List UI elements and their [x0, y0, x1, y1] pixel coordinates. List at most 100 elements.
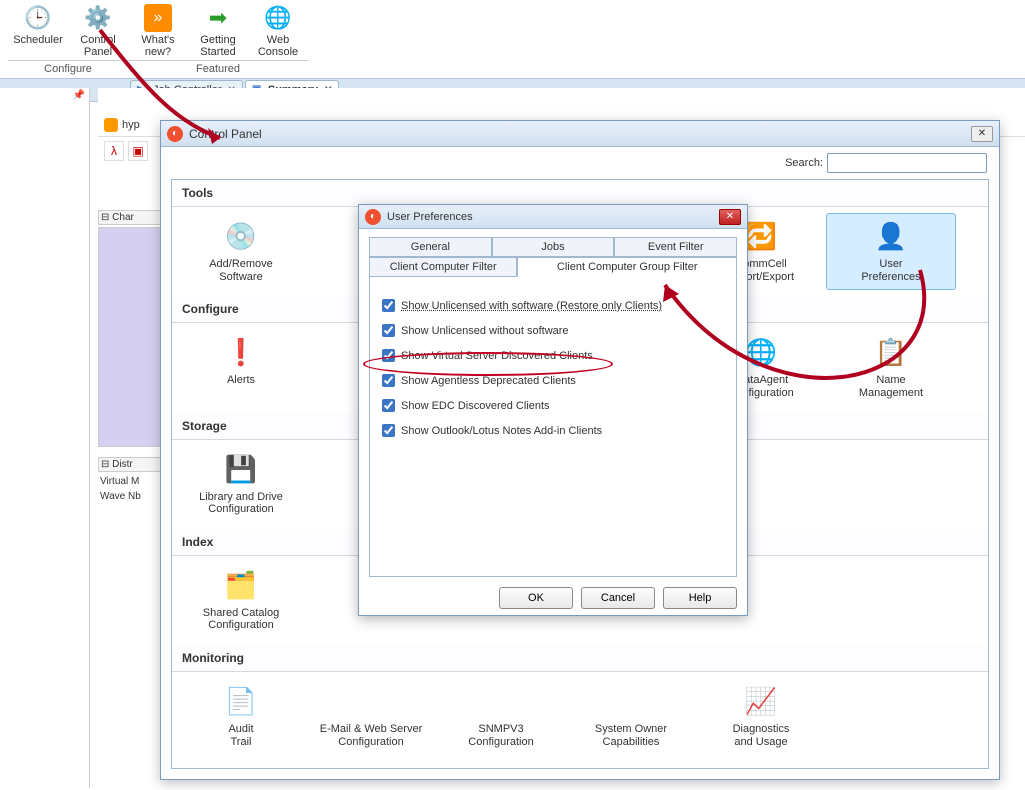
- checkbox-row[interactable]: Show Agentless Deprecated Clients: [382, 374, 724, 387]
- titlebar[interactable]: ◐ Control Panel ✕: [161, 121, 999, 147]
- label: Scheduler: [13, 34, 63, 46]
- checkbox-label: Show Unlicensed with software (Restore o…: [401, 300, 662, 312]
- checkbox-row[interactable]: Show Unlicensed with software (Restore o…: [382, 299, 724, 312]
- tab-client-computer-filter[interactable]: Client Computer Filter: [369, 257, 517, 277]
- item-icon: 🔁: [744, 220, 778, 254]
- library-drive-config[interactable]: 💾Library and Drive Configuration: [176, 446, 306, 523]
- checkbox[interactable]: [382, 399, 395, 412]
- distr-header[interactable]: ⊟ Distr: [98, 457, 168, 472]
- add-remove-software[interactable]: 💿 Add/Remove Software: [176, 213, 306, 290]
- item-icon: 👤: [874, 220, 908, 254]
- user-preferences[interactable]: 👤 User Preferences: [826, 213, 956, 290]
- shared-catalog-config[interactable]: 🗂️ Shared Catalog Configuration: [176, 562, 306, 639]
- titlebar[interactable]: ◐ User Preferences ✕: [359, 205, 747, 229]
- checkbox[interactable]: [382, 374, 395, 387]
- dialog-title: User Preferences: [387, 211, 473, 223]
- gear-icon: ⚙️: [84, 4, 112, 32]
- item-icon: [614, 685, 648, 719]
- name-management[interactable]: 📋 Name Management: [826, 329, 956, 406]
- item-icon: 📋: [874, 336, 908, 370]
- item-label: Shared Catalog Configuration: [203, 607, 279, 632]
- audit-trail[interactable]: 📄 Audit Trail: [176, 678, 306, 755]
- ribbon-control-panel[interactable]: ⚙️ Control Panel: [68, 2, 128, 60]
- item-icon: 💿: [224, 220, 258, 254]
- checkbox[interactable]: [382, 349, 395, 362]
- item-label: Audit Trail: [228, 723, 253, 748]
- group-label: Configure: [8, 60, 128, 78]
- ribbon-whats-new[interactable]: » What's new?: [128, 2, 188, 60]
- checkbox-row[interactable]: Show EDC Discovered Clients: [382, 399, 724, 412]
- item-icon: 📄: [224, 685, 258, 719]
- label: What's new?: [130, 34, 186, 58]
- checkbox-row[interactable]: Show Unlicensed without software: [382, 324, 724, 337]
- close-button[interactable]: ✕: [971, 126, 993, 142]
- tab-general[interactable]: General: [369, 237, 492, 257]
- pin-icon[interactable]: 📌: [73, 90, 85, 101]
- left-panel: 📌: [0, 88, 90, 788]
- checkbox-label: Show Virtual Server Discovered Clients: [401, 350, 593, 362]
- ribbon-group-configure: 🕒 Scheduler ⚙️ Control Panel Configure: [8, 2, 128, 78]
- email-web-config[interactable]: E-Mail & Web Server Configuration: [306, 678, 436, 755]
- tab-event-filter[interactable]: Event Filter: [614, 237, 737, 257]
- checkbox-label: Show Unlicensed without software: [401, 325, 569, 337]
- button-bar: OK Cancel Help: [359, 577, 747, 619]
- label: Web Console: [250, 34, 306, 58]
- checkbox[interactable]: [382, 424, 395, 437]
- item-label: SNMPV3 Configuration: [468, 723, 533, 748]
- tab-client-computer-group-filter[interactable]: Client Computer Group Filter: [517, 257, 737, 277]
- item-icon: 🌐: [744, 336, 778, 370]
- section-header: System: [172, 761, 988, 769]
- char-header[interactable]: ⊟ Char: [98, 210, 168, 225]
- item-label: Name Management: [859, 374, 923, 399]
- ok-button[interactable]: OK: [499, 587, 573, 609]
- checkbox-label: Show Agentless Deprecated Clients: [401, 375, 576, 387]
- section-header: Monitoring: [172, 645, 988, 672]
- item-label: Alerts: [227, 374, 255, 387]
- item-icon: [484, 685, 518, 719]
- dialog-title: Control Panel: [189, 127, 262, 141]
- search-input[interactable]: [827, 153, 987, 173]
- globe-icon: 🌐: [264, 4, 292, 32]
- label: Control Panel: [70, 34, 126, 58]
- tab-content: Show Unlicensed with software (Restore o…: [369, 277, 737, 577]
- group-label: Featured: [128, 60, 308, 78]
- item-label: User Preferences: [861, 258, 920, 283]
- label: Getting Started: [190, 34, 246, 58]
- checkbox-row[interactable]: Show Outlook/Lotus Notes Add-in Clients: [382, 424, 724, 437]
- item-label: Diagnostics and Usage: [733, 723, 790, 748]
- item-icon: 💾: [224, 453, 258, 487]
- app-icon: ◐: [167, 126, 183, 142]
- mid-panel: ⊟ Char ⊟ Distr Virtual M Wave Nb: [98, 114, 168, 504]
- tab-jobs[interactable]: Jobs: [492, 237, 615, 257]
- item-icon: ❗: [224, 336, 258, 370]
- item-icon: 📈: [744, 685, 778, 719]
- cancel-button[interactable]: Cancel: [581, 587, 655, 609]
- diagnostics-usage[interactable]: 📈 Diagnostics and Usage: [696, 678, 826, 755]
- system-owner-cap[interactable]: System Owner Capabilities: [566, 678, 696, 755]
- item-icon: 🗂️: [224, 569, 258, 603]
- checkbox-label: Show Outlook/Lotus Notes Add-in Clients: [401, 425, 602, 437]
- row-virtual: Virtual M: [98, 474, 168, 489]
- item-label: Add/Remove Software: [209, 258, 273, 283]
- checkbox[interactable]: [382, 324, 395, 337]
- ribbon-scheduler[interactable]: 🕒 Scheduler: [8, 2, 68, 60]
- section-items: 📄 Audit Trail E-Mail & Web Server Configur…: [172, 672, 988, 761]
- checkbox-row[interactable]: Show Virtual Server Discovered Clients: [382, 349, 724, 362]
- user-preferences-dialog: ◐ User Preferences ✕ General Jobs Event …: [358, 204, 748, 616]
- ribbon-group-featured: » What's new? ➡ Getting Started 🌐 Web Co…: [128, 2, 308, 78]
- item-label: E-Mail & Web Server Configuration: [320, 723, 423, 748]
- checkbox[interactable]: [382, 299, 395, 312]
- snmpv3-config[interactable]: SNMPV3 Configuration: [436, 678, 566, 755]
- item-icon: [354, 685, 388, 719]
- ribbon-getting-started[interactable]: ➡ Getting Started: [188, 2, 248, 60]
- search-area: Search:: [161, 147, 999, 179]
- rss-icon: »: [144, 4, 172, 32]
- close-button[interactable]: ✕: [719, 209, 741, 225]
- ribbon-web-console[interactable]: 🌐 Web Console: [248, 2, 308, 60]
- clock-icon: 🕒: [24, 4, 52, 32]
- alerts[interactable]: ❗ Alerts: [176, 329, 306, 406]
- tabs: General Jobs Event Filter Client Compute…: [369, 237, 737, 577]
- help-button[interactable]: Help: [663, 587, 737, 609]
- item-label: System Owner Capabilities: [595, 723, 667, 748]
- checkbox-label: Show EDC Discovered Clients: [401, 400, 550, 412]
